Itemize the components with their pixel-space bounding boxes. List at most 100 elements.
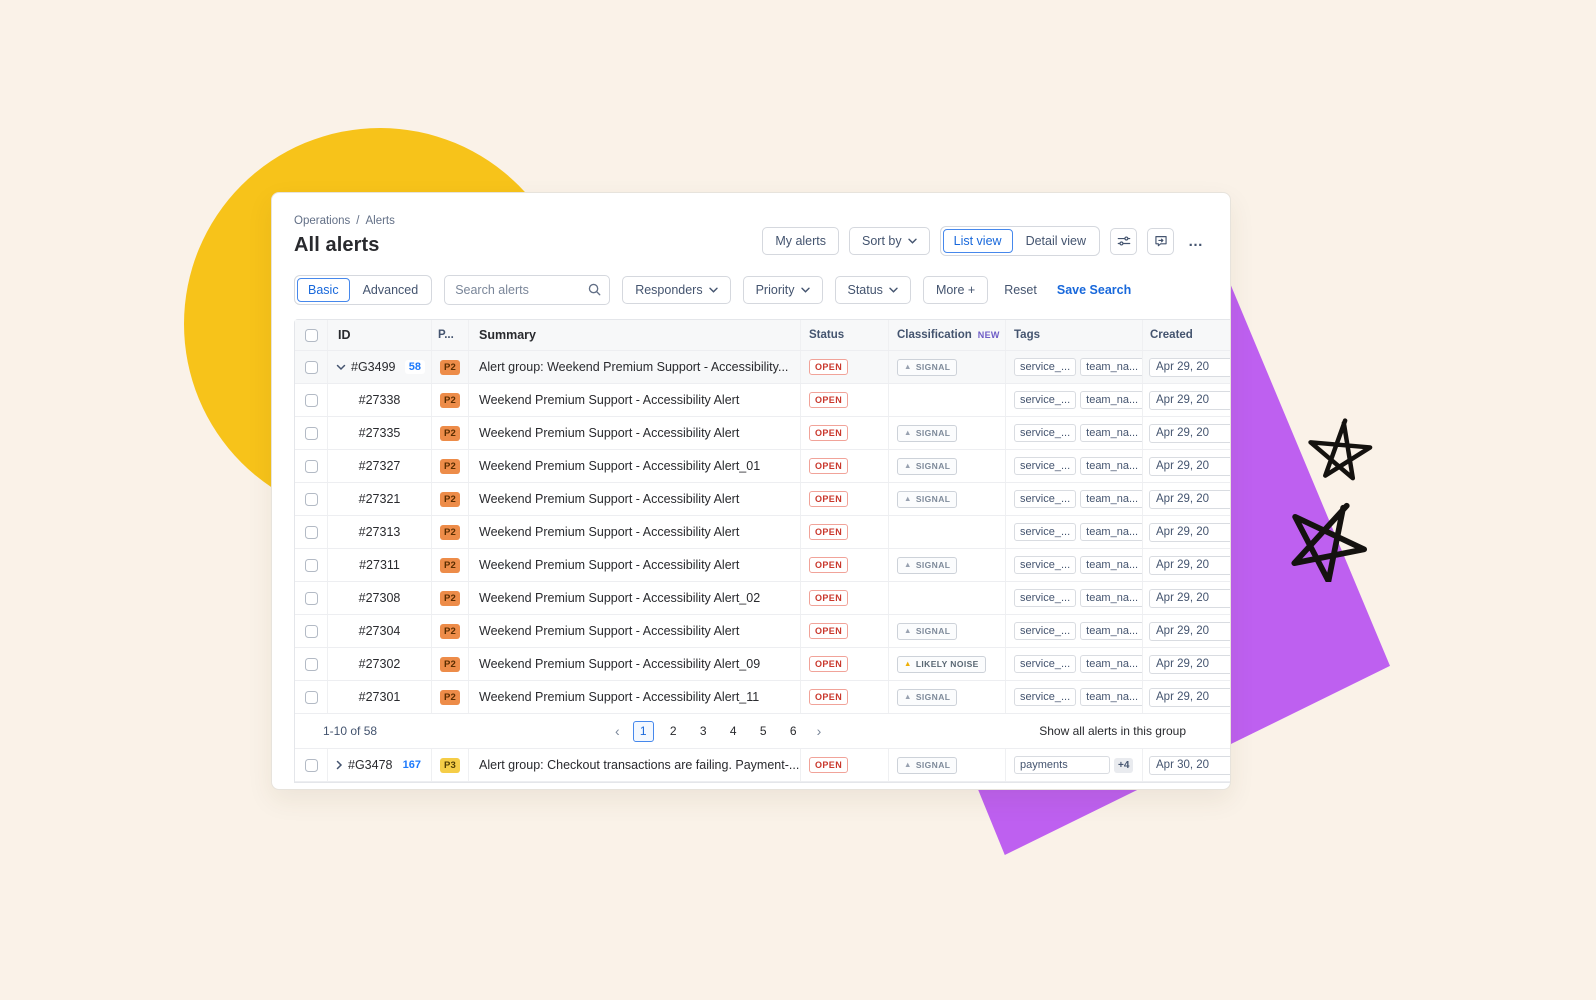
tag[interactable]: service_... [1014, 523, 1077, 541]
save-search-button[interactable]: Save Search [1053, 283, 1135, 297]
more-tags-count[interactable]: +4 [1114, 757, 1134, 773]
tag[interactable]: team_na... [1080, 589, 1142, 607]
row-checkbox[interactable] [304, 492, 318, 506]
alert-summary[interactable]: Weekend Premium Support - Accessibility … [469, 681, 801, 713]
page-button-2[interactable]: 2 [663, 721, 684, 742]
tag[interactable]: service_... [1014, 457, 1077, 475]
alert-summary[interactable]: Weekend Premium Support - Accessibility … [469, 483, 801, 515]
breadcrumb-operations[interactable]: Operations [294, 215, 350, 227]
alert-row[interactable]: #27338 P2 Weekend Premium Support - Acce… [295, 384, 1230, 417]
list-view-button[interactable]: List view [942, 229, 1013, 253]
alert-row[interactable]: #27301 P2 Weekend Premium Support - Acce… [295, 681, 1230, 714]
column-header-classification[interactable]: Classification NEW [889, 320, 1006, 350]
tag[interactable]: service_... [1014, 688, 1077, 706]
alert-summary[interactable]: Weekend Premium Support - Accessibility … [469, 582, 801, 614]
page-button-4[interactable]: 4 [723, 721, 744, 742]
expand-group-icon[interactable] [336, 760, 343, 770]
tag[interactable]: service_... [1014, 655, 1077, 673]
alert-row[interactable]: #27304 P2 Weekend Premium Support - Acce… [295, 615, 1230, 648]
row-checkbox[interactable] [304, 525, 318, 539]
responders-filter[interactable]: Responders [622, 276, 731, 304]
tag[interactable]: service_... [1014, 622, 1077, 640]
tag[interactable]: service_... [1014, 556, 1077, 574]
select-all-checkbox[interactable] [304, 328, 318, 342]
advanced-tab[interactable]: Advanced [352, 278, 430, 302]
row-checkbox[interactable] [304, 657, 318, 671]
group-summary[interactable]: Alert group: Checkout transactions are f… [469, 749, 801, 781]
row-checkbox[interactable] [304, 624, 318, 638]
row-checkbox[interactable] [304, 758, 318, 772]
tag[interactable]: service_... [1014, 490, 1077, 508]
priority-filter[interactable]: Priority [742, 276, 823, 304]
feedback-button[interactable] [1147, 227, 1174, 255]
page-button-3[interactable]: 3 [693, 721, 714, 742]
row-checkbox[interactable] [304, 690, 318, 704]
alert-summary[interactable]: Weekend Premium Support - Accessibility … [469, 384, 801, 416]
alert-row[interactable]: #27308 P2 Weekend Premium Support - Acce… [295, 582, 1230, 615]
tag[interactable]: team_na... [1080, 655, 1142, 673]
show-all-alerts-link[interactable]: Show all alerts in this group [1039, 724, 1230, 738]
tag[interactable]: team_na... [1080, 358, 1142, 376]
my-alerts-button[interactable]: My alerts [762, 227, 840, 255]
alert-id[interactable]: #27321 [359, 492, 401, 506]
tag[interactable]: team_na... [1080, 457, 1142, 475]
alert-row[interactable]: #27327 P2 Weekend Premium Support - Acce… [295, 450, 1230, 483]
reset-button[interactable]: Reset [1000, 283, 1041, 297]
tag[interactable]: service_... [1014, 424, 1077, 442]
basic-tab[interactable]: Basic [297, 278, 350, 302]
tag[interactable]: service_... [1014, 589, 1077, 607]
tag[interactable]: team_na... [1080, 490, 1142, 508]
row-checkbox[interactable] [304, 558, 318, 572]
next-page-icon[interactable]: › [813, 723, 826, 739]
row-checkbox[interactable] [304, 591, 318, 605]
collapse-group-icon[interactable] [336, 364, 346, 371]
group-id[interactable]: #G3478 [348, 758, 392, 772]
alert-id[interactable]: #27327 [359, 459, 401, 473]
column-header-status[interactable]: Status [801, 320, 889, 350]
breadcrumb-alerts[interactable]: Alerts [365, 215, 394, 227]
tag[interactable]: service_... [1014, 391, 1077, 409]
sort-by-button[interactable]: Sort by [849, 227, 930, 255]
column-header-id[interactable]: ID [328, 320, 432, 350]
tag[interactable]: service_... [1014, 358, 1077, 376]
alert-id[interactable]: #27304 [359, 624, 401, 638]
tag[interactable]: team_na... [1080, 622, 1142, 640]
group-summary[interactable]: Alert group: Weekend Premium Support - A… [469, 351, 801, 383]
tag[interactable]: team_na... [1080, 523, 1142, 541]
alert-id[interactable]: #27302 [359, 657, 401, 671]
page-button-6[interactable]: 6 [783, 721, 804, 742]
status-filter[interactable]: Status [834, 276, 911, 304]
more-filters-button[interactable]: More + [922, 276, 989, 304]
alert-summary[interactable]: Weekend Premium Support - Accessibility … [469, 450, 801, 482]
page-button-5[interactable]: 5 [753, 721, 774, 742]
alert-id[interactable]: #27313 [359, 525, 401, 539]
alert-id[interactable]: #27335 [359, 426, 401, 440]
alert-summary[interactable]: Weekend Premium Support - Accessibility … [469, 516, 801, 548]
column-header-tags[interactable]: Tags [1006, 320, 1143, 350]
column-header-priority[interactable]: P... [432, 320, 469, 350]
tag[interactable]: team_na... [1080, 556, 1142, 574]
alert-group-row[interactable]: #G3478 167 P3 Alert group: Checkout tran… [295, 749, 1230, 782]
alert-row[interactable]: #27321 P2 Weekend Premium Support - Acce… [295, 483, 1230, 516]
detail-view-button[interactable]: Detail view [1015, 229, 1097, 253]
row-checkbox[interactable] [304, 393, 318, 407]
alert-group-row[interactable]: #G3499 58 P2 Alert group: Weekend Premiu… [295, 351, 1230, 384]
group-id[interactable]: #G3499 [351, 360, 395, 374]
alert-row[interactable]: #27313 P2 Weekend Premium Support - Acce… [295, 516, 1230, 549]
previous-page-icon[interactable]: ‹ [611, 723, 624, 739]
alert-id[interactable]: #27308 [359, 591, 401, 605]
alert-id[interactable]: #27311 [359, 558, 400, 572]
alert-row[interactable]: #27335 P2 Weekend Premium Support - Acce… [295, 417, 1230, 450]
alert-row[interactable]: #27302 P2 Weekend Premium Support - Acce… [295, 648, 1230, 681]
alert-id[interactable]: #27338 [359, 393, 401, 407]
row-checkbox[interactable] [304, 360, 318, 374]
search-input[interactable] [444, 275, 611, 305]
alert-summary[interactable]: Weekend Premium Support - Accessibility … [469, 615, 801, 647]
tag[interactable]: team_na... [1080, 688, 1142, 706]
row-checkbox[interactable] [304, 459, 318, 473]
column-header-summary[interactable]: Summary [469, 320, 801, 350]
alert-summary[interactable]: Weekend Premium Support - Accessibility … [469, 648, 801, 680]
more-actions-button[interactable]: … [1184, 228, 1208, 255]
alert-summary[interactable]: Weekend Premium Support - Accessibility … [469, 549, 801, 581]
column-header-created[interactable]: Created [1143, 320, 1230, 350]
